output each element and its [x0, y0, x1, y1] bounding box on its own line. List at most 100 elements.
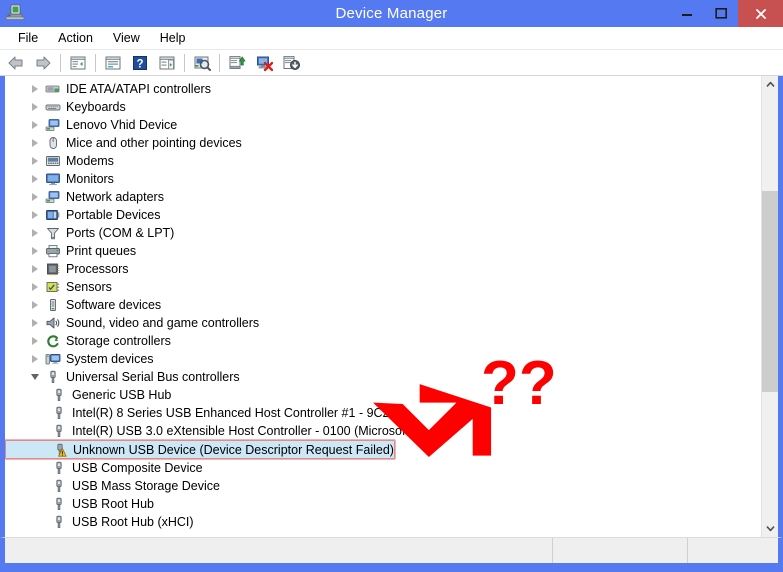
chevron-right-icon[interactable]: [27, 314, 43, 332]
chevron-right-icon[interactable]: [27, 206, 43, 224]
menu-file[interactable]: File: [8, 29, 48, 48]
tree-item-system-devices[interactable]: System devices: [5, 350, 761, 368]
tree-item-software-devices[interactable]: Software devices: [5, 296, 761, 314]
tree-item-sensors[interactable]: Sensors: [5, 278, 761, 296]
minimize-button[interactable]: [670, 0, 704, 27]
tree-item-label: USB Mass Storage Device: [72, 479, 220, 493]
tree-item-label: Universal Serial Bus controllers: [66, 370, 240, 384]
tree-item-ports-com-lpt[interactable]: Ports (COM & LPT): [5, 224, 761, 242]
chevron-up-icon: [766, 81, 775, 87]
tree-item-usb-mass-storage-device[interactable]: USB Mass Storage Device: [5, 477, 761, 495]
chevron-right-icon[interactable]: [27, 152, 43, 170]
chevron-right-icon[interactable]: [27, 224, 43, 242]
scan-for-hardware-changes-icon: [194, 56, 211, 71]
device-manager-window: Device Manager File Action View Help ? I…: [0, 0, 783, 572]
menu-view[interactable]: View: [103, 29, 150, 48]
tree-item-label: Sound, video and game controllers: [66, 316, 260, 330]
tree-item-generic-usb-hub[interactable]: Generic USB Hub: [5, 386, 761, 404]
tree-item-ide-ata-atapi-controllers[interactable]: IDE ATA/ATAPI controllers: [5, 80, 761, 98]
tree-item-modems[interactable]: Modems: [5, 152, 761, 170]
tree-item-storage-controllers[interactable]: Storage controllers: [5, 332, 761, 350]
chevron-right-icon[interactable]: [27, 80, 43, 98]
toolbar-separator: [219, 53, 220, 72]
printer-icon: [43, 242, 63, 260]
usb-icon: [49, 422, 69, 440]
show-hide-console-tree-icon: [70, 56, 86, 69]
chevron-down-icon: [766, 526, 775, 532]
back-button[interactable]: [3, 51, 29, 75]
tree-item-intel-8-series-usb-ehci[interactable]: Intel(R) 8 Series USB Enhanced Host Cont…: [5, 404, 761, 422]
chevron-right-icon[interactable]: [27, 242, 43, 260]
chevron-right-icon[interactable]: [27, 260, 43, 278]
maximize-button[interactable]: [704, 0, 738, 27]
chevron-right-icon[interactable]: [27, 332, 43, 350]
tree-item-keyboards[interactable]: Keyboards: [5, 98, 761, 116]
toolbar-separator: [60, 53, 61, 72]
portable-device-icon: [43, 206, 63, 224]
chevron-right-icon[interactable]: [27, 350, 43, 368]
chevron-right-icon[interactable]: [27, 98, 43, 116]
tree-item-label: USB Root Hub: [72, 497, 154, 511]
tree-item-network-adapters[interactable]: Network adapters: [5, 188, 761, 206]
tree-item-mice-and-other-pointing-devices[interactable]: Mice and other pointing devices: [5, 134, 761, 152]
usb-warning-icon: [50, 441, 70, 459]
tree-item-processors[interactable]: Processors: [5, 260, 761, 278]
tree-item-portable-devices[interactable]: Portable Devices: [5, 206, 761, 224]
close-icon: [755, 8, 766, 19]
port-icon: [43, 224, 63, 242]
device-tree-panel[interactable]: IDE ATA/ATAPI controllers Keyboards Leno…: [5, 76, 761, 537]
chevron-right-icon[interactable]: [27, 278, 43, 296]
chevron-down-icon[interactable]: [27, 368, 43, 386]
toolbar-separator: [184, 53, 185, 72]
uninstall-device-button[interactable]: [251, 51, 277, 75]
software-device-icon: [43, 296, 63, 314]
close-button[interactable]: [738, 0, 783, 27]
modem-icon: [43, 152, 63, 170]
tree-item-label: Mice and other pointing devices: [66, 136, 242, 150]
mouse-icon: [43, 134, 63, 152]
usb-icon: [49, 513, 69, 531]
help-button[interactable]: ?: [127, 51, 153, 75]
chevron-right-icon[interactable]: [27, 188, 43, 206]
properties-button[interactable]: [100, 51, 126, 75]
tree-item-sound-video-and-game-controllers[interactable]: Sound, video and game controllers: [5, 314, 761, 332]
menu-action[interactable]: Action: [48, 29, 103, 48]
chevron-right-icon[interactable]: [27, 170, 43, 188]
tree-item-print-queues[interactable]: Print queues: [5, 242, 761, 260]
chevron-right-icon[interactable]: [27, 116, 43, 134]
scroll-down-button[interactable]: [762, 520, 778, 537]
tree-item-monitors[interactable]: Monitors: [5, 170, 761, 188]
device-tree: IDE ATA/ATAPI controllers Keyboards Leno…: [5, 77, 761, 531]
vertical-scrollbar[interactable]: [761, 76, 778, 537]
menu-help[interactable]: Help: [150, 29, 196, 48]
forward-button[interactable]: [30, 51, 56, 75]
maximize-icon: [714, 7, 727, 19]
properties-icon: [105, 56, 121, 69]
show-hide-console-tree-button[interactable]: [65, 51, 91, 75]
window-title: Device Manager: [335, 5, 448, 22]
tree-item-lenovo-vhid-device[interactable]: Lenovo Vhid Device: [5, 116, 761, 134]
status-panel-1: [5, 538, 553, 563]
chevron-right-icon[interactable]: [27, 134, 43, 152]
scrollbar-thumb[interactable]: [762, 191, 778, 392]
tree-item-usb-root-hub[interactable]: USB Root Hub: [5, 495, 761, 513]
scroll-up-button[interactable]: [762, 76, 778, 93]
tree-item-unknown-usb-device[interactable]: Unknown USB Device (Device Descriptor Re…: [5, 439, 396, 460]
update-driver-software-button[interactable]: [224, 51, 250, 75]
disable-enable-device-button[interactable]: [278, 51, 304, 75]
usb-icon: [49, 477, 69, 495]
scrollbar-track[interactable]: [762, 93, 778, 520]
tree-item-label: IDE ATA/ATAPI controllers: [66, 82, 211, 96]
tree-item-usb-composite-device[interactable]: USB Composite Device: [5, 459, 761, 477]
status-panel-3: [688, 538, 778, 563]
show-hide-action-pane-button[interactable]: [154, 51, 180, 75]
uninstall-device-icon: [257, 56, 273, 71]
tree-item-universal-serial-bus-controllers[interactable]: Universal Serial Bus controllers: [5, 368, 761, 386]
tree-item-intel-usb-30-xhci[interactable]: Intel(R) USB 3.0 eXtensible Host Control…: [5, 422, 761, 440]
tree-item-usb-root-hub-xhci[interactable]: USB Root Hub (xHCI): [5, 513, 761, 531]
status-bar: [0, 537, 783, 563]
usb-icon: [43, 368, 63, 386]
scan-for-hardware-changes-button[interactable]: [189, 51, 215, 75]
chevron-right-icon[interactable]: [27, 296, 43, 314]
keyboard-icon: [43, 98, 63, 116]
